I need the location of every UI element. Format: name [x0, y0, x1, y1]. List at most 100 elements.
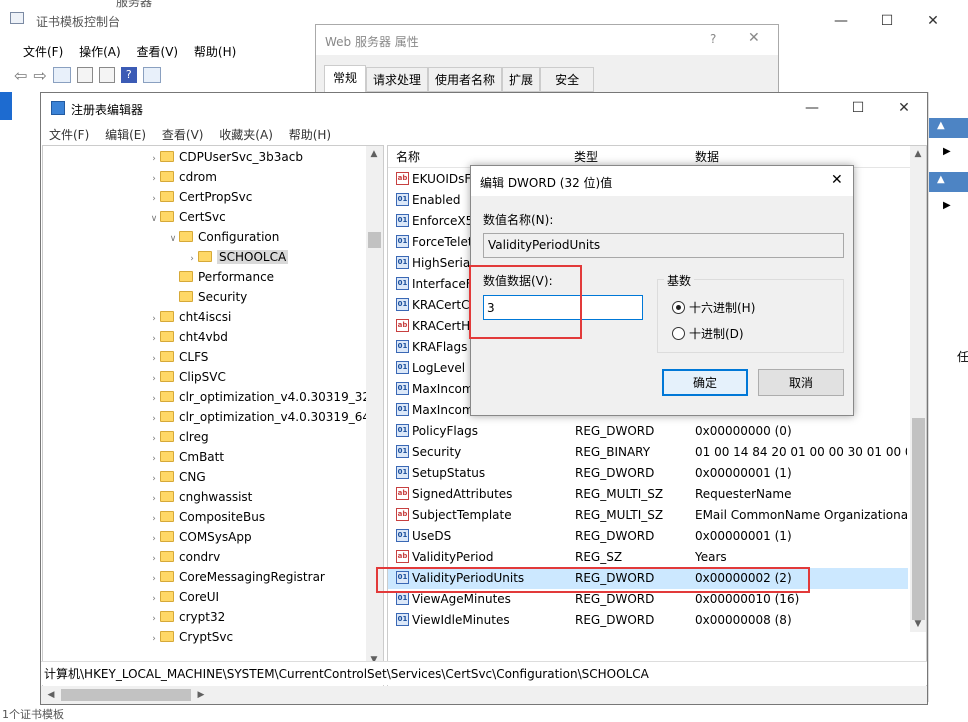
- tree-item[interactable]: Security: [167, 287, 247, 307]
- expand-chevron-icon[interactable]: ›: [148, 469, 160, 489]
- scroll-down-arrow-icon[interactable]: ▼: [910, 616, 926, 632]
- tree-item[interactable]: › CompositeBus: [148, 507, 265, 527]
- cert-menu-help[interactable]: 帮助(H): [194, 45, 236, 59]
- tree-item[interactable]: › cht4iscsi: [148, 307, 231, 327]
- radio-dec[interactable]: 十进制(D): [672, 325, 744, 342]
- properties-help-button[interactable]: ?: [710, 32, 716, 46]
- value-row[interactable]: 01 SetupStatus REG_DWORD 0x00000001 (1): [388, 463, 908, 484]
- hscroll-thumb[interactable]: [61, 689, 191, 701]
- scroll-right-arrow-icon[interactable]: ▶: [193, 687, 209, 703]
- expand-right-icon[interactable]: ▶: [943, 200, 951, 211]
- value-row[interactable]: ab ValidityPeriod REG_SZ Years: [388, 547, 908, 568]
- cert-menu-action[interactable]: 操作(A): [79, 45, 121, 59]
- ok-button[interactable]: 确定: [662, 369, 748, 396]
- expand-chevron-icon[interactable]: ›: [148, 169, 160, 189]
- cert-menu-view[interactable]: 查看(V): [137, 45, 179, 59]
- tab-security[interactable]: 安全: [540, 67, 595, 92]
- show-tree-icon[interactable]: [52, 67, 71, 83]
- tab-extensions[interactable]: 扩展: [502, 67, 541, 92]
- key-tree-pane[interactable]: › CDPUserSvc_3b3acb › cdrom › CertPropSvc ∨ Cer…: [42, 145, 384, 689]
- expand-chevron-icon[interactable]: ›: [148, 429, 160, 449]
- regedit-close-button[interactable]: ✕: [881, 93, 927, 123]
- tree-item[interactable]: › cdrom: [148, 167, 217, 187]
- tree-item[interactable]: › cht4vbd: [148, 327, 228, 347]
- tree-item[interactable]: › clr_optimization_v4.0.30319_32: [148, 387, 370, 407]
- expand-chevron-icon[interactable]: ›: [148, 449, 160, 469]
- dialog-close-button[interactable]: ✕: [831, 172, 843, 188]
- column-name-header[interactable]: 名称: [396, 146, 420, 168]
- tree-item[interactable]: › crypt32: [148, 607, 225, 627]
- expand-chevron-icon[interactable]: ›: [148, 329, 160, 349]
- collapse-chevron-icon[interactable]: ∨: [167, 229, 179, 249]
- expand-right-icon[interactable]: ▶: [943, 146, 951, 157]
- tree-item[interactable]: ∨ Configuration: [167, 227, 280, 249]
- scroll-left-arrow-icon[interactable]: ◀: [43, 687, 59, 703]
- properties-close-button[interactable]: ✕: [748, 30, 760, 46]
- tab-request-handling[interactable]: 请求处理: [366, 67, 429, 92]
- collapse-chevron-icon[interactable]: ∨: [148, 209, 160, 229]
- cancel-button[interactable]: 取消: [758, 369, 844, 396]
- tree-item[interactable]: › cnghwassist: [148, 487, 252, 507]
- expand-chevron-icon[interactable]: ›: [148, 489, 160, 509]
- tree-item[interactable]: › CoreUI: [148, 587, 219, 607]
- tree-item[interactable]: › CLFS: [148, 347, 208, 367]
- tree-scroll-thumb[interactable]: [368, 232, 381, 248]
- export-icon[interactable]: [98, 67, 115, 83]
- tree-item[interactable]: › SCHOOLCA: [186, 247, 289, 269]
- cert-close-button[interactable]: ✕: [910, 6, 956, 36]
- values-vertical-scrollbar[interactable]: ▲ ▼: [910, 146, 926, 632]
- expand-chevron-icon[interactable]: ›: [148, 149, 160, 169]
- expand-chevron-icon[interactable]: ›: [148, 409, 160, 429]
- expand-chevron-icon[interactable]: ›: [148, 569, 160, 589]
- regedit-menu-help[interactable]: 帮助(H): [289, 128, 331, 142]
- scroll-up-arrow-icon[interactable]: ▲: [910, 146, 926, 162]
- tree-item[interactable]: › clreg: [148, 427, 208, 449]
- expand-chevron-icon[interactable]: ›: [148, 629, 160, 649]
- horizontal-scrollbar[interactable]: ◀ ▶: [41, 686, 927, 704]
- value-row[interactable]: ab SubjectTemplate REG_MULTI_SZ EMail Commo…: [388, 505, 908, 526]
- regedit-menu-edit[interactable]: 编辑(E): [105, 128, 146, 142]
- regedit-menu-favorites[interactable]: 收藏夹(A): [219, 128, 273, 142]
- tree-item[interactable]: › ClipSVC: [148, 367, 226, 387]
- expand-chevron-icon[interactable]: ›: [148, 509, 160, 529]
- cert-maximize-button[interactable]: ☐: [864, 6, 910, 36]
- tree-item[interactable]: › CryptSvc: [148, 627, 233, 647]
- expand-chevron-icon[interactable]: ›: [148, 549, 160, 569]
- value-row[interactable]: 01 Security REG_BINARY 01 00 14 84 20 01 00…: [388, 442, 908, 463]
- radio-hex-checked-icon[interactable]: [672, 301, 685, 314]
- expand-chevron-icon[interactable]: ›: [148, 609, 160, 629]
- value-row[interactable]: 01 ViewIdleMinutes REG_DWORD 0x00000008 (8): [388, 610, 908, 631]
- expand-chevron-icon[interactable]: ›: [148, 349, 160, 369]
- scroll-up-arrow-icon[interactable]: ▲: [366, 146, 382, 162]
- radio-hex[interactable]: 十六进制(H): [672, 299, 755, 316]
- cert-menu-file[interactable]: 文件(F): [23, 45, 63, 59]
- tree-item[interactable]: › CertPropSvc: [148, 187, 252, 207]
- help-icon[interactable]: ?: [120, 67, 137, 83]
- regedit-menu-view[interactable]: 查看(V): [162, 128, 204, 142]
- tab-subject-name[interactable]: 使用者名称: [428, 67, 503, 92]
- tree-item[interactable]: › CoreMessagingRegistrar: [148, 567, 325, 587]
- back-arrow-icon[interactable]: ⇦: [14, 66, 27, 85]
- tree-item[interactable]: › clr_optimization_v4.0.30319_64: [148, 407, 370, 427]
- tree-item[interactable]: › CNG: [148, 467, 205, 489]
- value-row[interactable]: 01 PolicyFlags REG_DWORD 0x00000000 (0): [388, 421, 908, 442]
- expand-chevron-icon[interactable]: ›: [148, 309, 160, 329]
- tree-item[interactable]: Performance: [167, 267, 274, 287]
- regedit-maximize-button[interactable]: ☐: [835, 93, 881, 123]
- tree-item[interactable]: › CmBatt: [148, 447, 224, 467]
- tree-item[interactable]: › COMSysApp: [148, 527, 251, 549]
- collapse-up-icon[interactable]: ▲: [937, 120, 945, 131]
- expand-chevron-icon[interactable]: ›: [148, 529, 160, 549]
- expand-chevron-icon[interactable]: ›: [148, 389, 160, 409]
- tree-item[interactable]: ∨ CertSvc: [148, 207, 226, 227]
- expand-chevron-icon[interactable]: ›: [186, 249, 198, 269]
- panel-icon[interactable]: [142, 67, 161, 83]
- value-row[interactable]: 01 UseDS REG_DWORD 0x00000001 (1): [388, 526, 908, 547]
- cert-minimize-button[interactable]: —: [818, 6, 864, 36]
- regedit-minimize-button[interactable]: —: [789, 93, 835, 123]
- tab-general[interactable]: 常规: [324, 65, 367, 92]
- expand-chevron-icon[interactable]: ›: [148, 369, 160, 389]
- expand-chevron-icon[interactable]: ›: [148, 589, 160, 609]
- collapse-up-icon[interactable]: ▲: [937, 174, 945, 185]
- value-row[interactable]: ab SignedAttributes REG_MULTI_SZ RequesterN…: [388, 484, 908, 505]
